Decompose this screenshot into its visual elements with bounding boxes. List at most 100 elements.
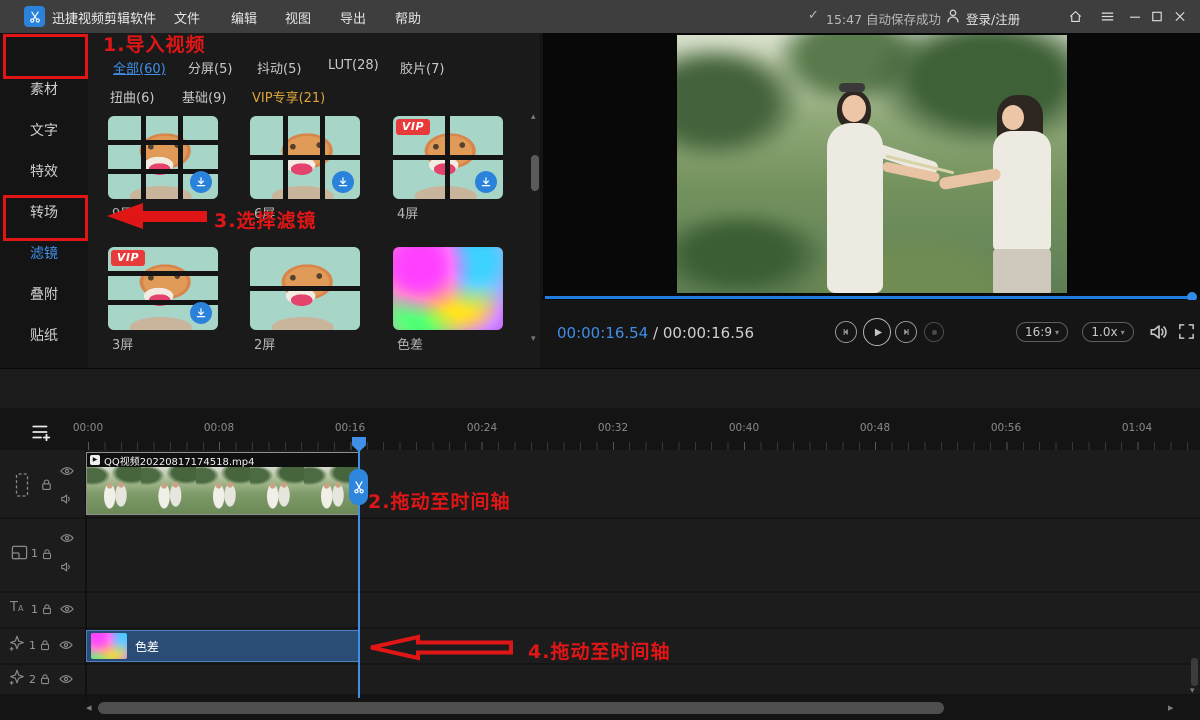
aspect-ratio-dropdown[interactable]: 16:9▾	[1016, 322, 1068, 342]
login-register-link[interactable]: 登录/注册	[966, 9, 1020, 28]
filter-card-6screen[interactable]	[250, 116, 360, 199]
eye-icon[interactable]	[59, 601, 75, 617]
edit-toolbar: NEW 导出	[0, 368, 1200, 408]
lock-icon[interactable]	[38, 672, 52, 686]
user-icon[interactable]	[944, 7, 962, 25]
sidebar-item-stickers[interactable]: 贴纸	[0, 321, 88, 351]
autosave-status: 15:47 自动保存成功	[826, 9, 941, 28]
eye-icon[interactable]	[59, 463, 75, 479]
filter-panel-scrollbar[interactable]: ▴ ▾	[531, 123, 539, 361]
timeline-vertical-scrollbar[interactable]	[1191, 658, 1198, 686]
split-at-playhead-button[interactable]	[349, 469, 368, 505]
filter-clip[interactable]: 色差	[86, 630, 359, 662]
filter-name-2screen: 2屏	[254, 334, 275, 353]
annotation-step1: 1.导入视频	[103, 30, 205, 57]
sidebar-item-filters[interactable]: 滤镜	[0, 239, 88, 269]
tab-shake[interactable]: 抖动(5)	[257, 58, 301, 77]
eye-icon[interactable]	[59, 530, 75, 546]
next-frame-button[interactable]	[895, 321, 917, 343]
effect-track-2[interactable]	[0, 665, 1200, 694]
tab-basic[interactable]: 基础(9)	[182, 87, 226, 106]
hamburger-menu-icon[interactable]	[1100, 9, 1115, 24]
preview-panel	[543, 33, 1200, 296]
text-track[interactable]	[0, 593, 1200, 627]
tab-distort[interactable]: 扭曲(6)	[110, 87, 154, 106]
speaker-icon[interactable]	[59, 491, 75, 507]
sidebar-item-overlay[interactable]: 叠附	[0, 280, 88, 310]
filter-panel: 全部(60) 分屏(5) 抖动(5) LUT(28) 胶片(7) 扭曲(6) 基…	[88, 33, 540, 368]
speaker-icon[interactable]	[59, 559, 75, 575]
tab-lut[interactable]: LUT(28)	[328, 58, 379, 73]
timeline-horizontal-scrollbar[interactable]	[98, 702, 944, 714]
ruler-label: 01:04	[1117, 422, 1157, 434]
lock-icon[interactable]	[38, 638, 52, 652]
scroll-down-icon[interactable]: ▾	[531, 335, 536, 344]
ruler-label: 00:48	[855, 422, 895, 434]
download-icon[interactable]	[332, 171, 354, 193]
lock-icon[interactable]	[40, 602, 54, 616]
minimize-button[interactable]	[1128, 9, 1142, 24]
fullscreen-icon[interactable]	[1177, 322, 1196, 341]
add-track-icon[interactable]	[30, 421, 52, 443]
menu-help[interactable]: 帮助	[395, 8, 421, 27]
volume-icon[interactable]	[1148, 321, 1170, 343]
scroll-left-icon[interactable]: ◂	[86, 703, 92, 712]
tab-splitscreen[interactable]: 分屏(5)	[188, 58, 232, 77]
menu-edit[interactable]: 编辑	[231, 8, 257, 27]
timeline: 00:00 00:08 00:16 00:24 00:32 00:40 00:4…	[0, 408, 1200, 720]
annotation-box-media	[3, 34, 88, 79]
scroll-up-icon[interactable]: ▴	[531, 113, 536, 122]
video-clip[interactable]: ▶ QQ视频20220817174518.mp4	[86, 452, 359, 515]
scroll-down-icon[interactable]: ▾	[1190, 687, 1195, 696]
ruler-ticks	[88, 442, 1200, 450]
annotation-step4: 4.拖动至时间轴	[528, 637, 670, 664]
lock-icon[interactable]	[39, 477, 54, 492]
ruler-label: 00:40	[724, 422, 764, 434]
tab-all[interactable]: 全部(60)	[113, 58, 166, 77]
pip-track[interactable]	[0, 519, 1200, 591]
vip-badge: VIP	[396, 119, 430, 135]
menu-export[interactable]: 导出	[340, 8, 366, 27]
total-time: 00:00:16.56	[663, 324, 754, 342]
film-track-icon	[12, 472, 32, 498]
maximize-button[interactable]	[1150, 9, 1164, 24]
filter-thumbnail	[393, 247, 503, 330]
menu-file[interactable]: 文件	[174, 8, 200, 27]
stop-button[interactable]	[924, 322, 944, 342]
sidebar-item-text[interactable]: 文字	[0, 116, 88, 146]
chevron-down-icon: ▾	[1121, 328, 1125, 337]
app-window: 迅捷视频剪辑软件 文件 编辑 视图 导出 帮助 ✓ 15:47 自动保存成功 登…	[0, 0, 1200, 720]
play-button[interactable]	[863, 318, 891, 346]
ruler-label: 00:08	[199, 422, 239, 434]
video-preview[interactable]	[677, 35, 1067, 293]
grid-overlay	[250, 247, 360, 330]
eye-icon[interactable]	[58, 671, 74, 687]
filter-clip-thumbnail	[91, 633, 127, 659]
download-icon[interactable]	[475, 171, 497, 193]
download-icon[interactable]	[190, 302, 212, 324]
effect-track-1-number: 1	[29, 639, 36, 652]
ruler-label: 00:16	[330, 422, 370, 434]
sidebar-item-effects[interactable]: 特效	[0, 157, 88, 187]
lock-icon[interactable]	[40, 547, 54, 561]
text-track-number: 1	[31, 603, 38, 616]
filter-name-3screen: 3屏	[112, 334, 133, 353]
scrollbar-thumb[interactable]	[531, 155, 539, 191]
tab-film[interactable]: 胶片(7)	[400, 58, 444, 77]
filter-card-9screen[interactable]	[108, 116, 218, 199]
effect-track-2-number: 2	[29, 673, 36, 686]
filter-card-chromatic[interactable]	[393, 247, 503, 330]
prev-frame-button[interactable]	[835, 321, 857, 343]
filter-card-3screen[interactable]: VIP	[108, 247, 218, 330]
sidebar-item-media[interactable]: 素材	[0, 75, 88, 105]
speed-dropdown[interactable]: 1.0x▾	[1082, 322, 1134, 342]
filter-card-4screen[interactable]: VIP	[393, 116, 503, 199]
menu-view[interactable]: 视图	[285, 8, 311, 27]
close-button[interactable]	[1173, 9, 1187, 24]
eye-icon[interactable]	[58, 637, 74, 653]
download-icon[interactable]	[190, 171, 212, 193]
tab-vip[interactable]: VIP专享(21)	[252, 87, 325, 106]
home-icon[interactable]	[1068, 9, 1083, 24]
scroll-right-icon[interactable]: ▸	[1168, 703, 1174, 712]
filter-card-2screen[interactable]	[250, 247, 360, 330]
